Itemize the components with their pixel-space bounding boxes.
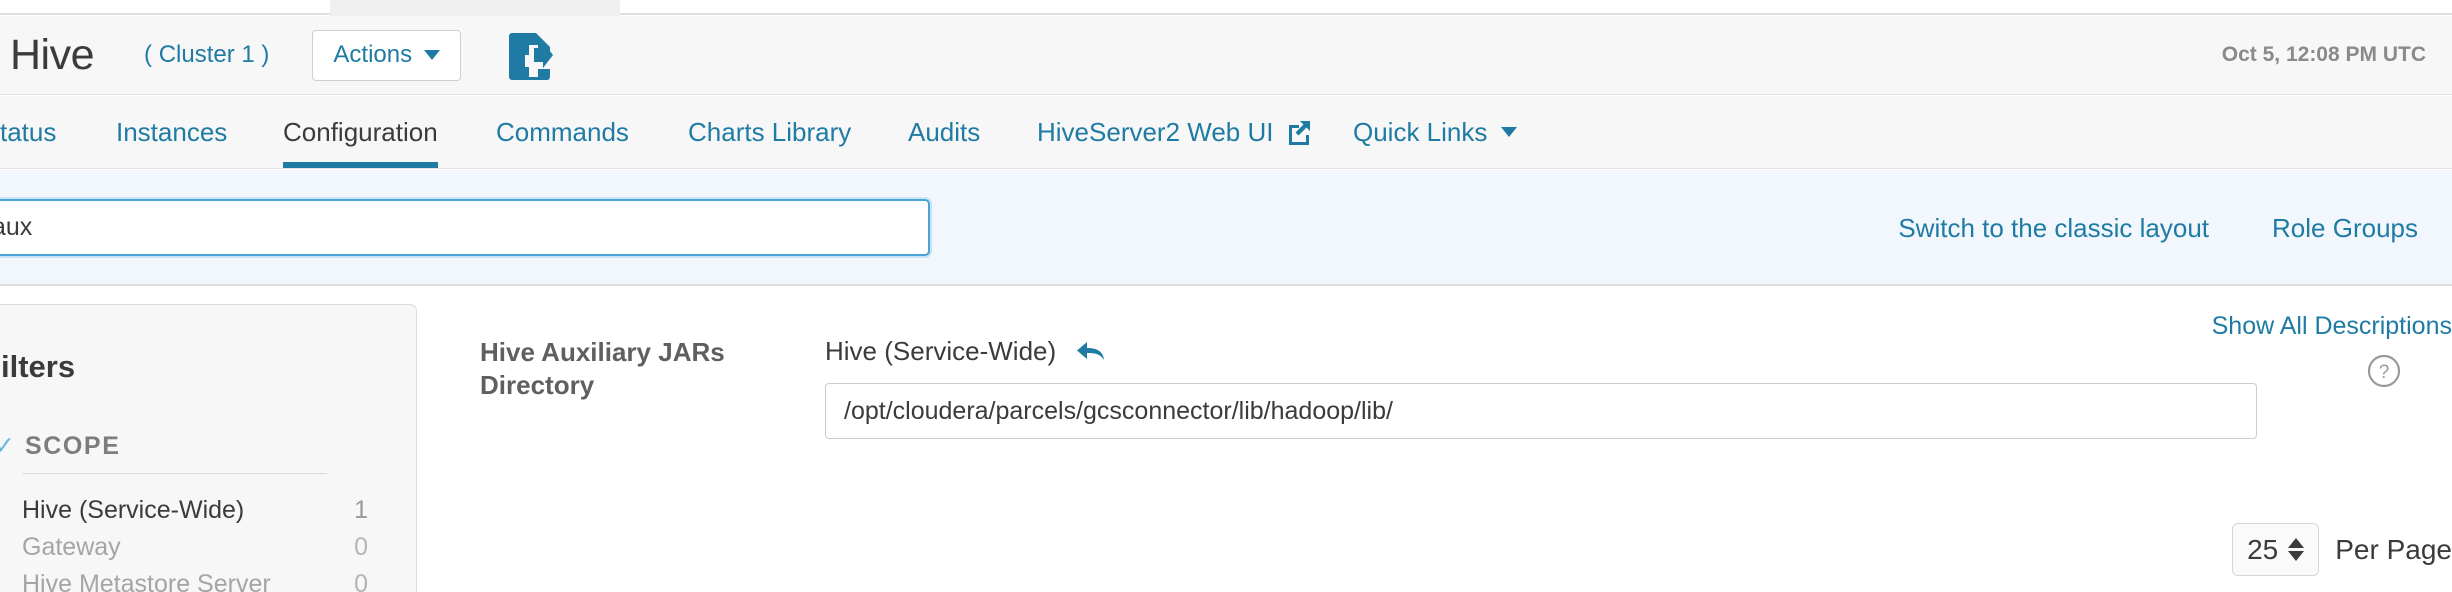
header-timestamp: Oct 5, 12:08 PM UTC: [2221, 43, 2426, 66]
scope-filter-item[interactable]: Hive (Service-Wide) 1: [0, 492, 416, 529]
scope-filter-list: Hive (Service-Wide) 1 Gateway 0 Hive Metasto…: [0, 492, 416, 592]
nav-tab-label: Charts Library: [688, 116, 852, 147]
search-input[interactable]: [0, 199, 930, 256]
nav-tab-label: Configuration: [283, 116, 438, 147]
nav-tab-quick-links[interactable]: Quick Links: [1353, 96, 1518, 168]
svg-text:?: ?: [2379, 362, 2390, 383]
actions-button-label: Actions: [333, 41, 413, 68]
config-property-label: Hive Auxiliary JARs Directory: [480, 337, 725, 400]
scope-filter-count: 0: [354, 570, 368, 592]
nav-tab-label: Audits: [908, 116, 981, 147]
spinner-down-icon[interactable]: [2288, 551, 2305, 561]
nav-tab-configuration[interactable]: Configuration: [283, 96, 438, 168]
per-page-stepper[interactable]: 25: [2232, 523, 2320, 576]
scope-heading-label: SCOPE: [24, 432, 121, 460]
nav-tab-label: HiveServer2 Web UI: [1037, 116, 1274, 147]
nav-tab-label: Instances: [116, 116, 228, 147]
nav-tab-label: Quick Links: [1353, 116, 1488, 147]
scope-filter-name: Gateway: [22, 533, 121, 561]
nav-items-container: tatus Instances Configuration Commands Chart…: [0, 96, 2452, 168]
actions-button[interactable]: Actions: [312, 29, 462, 81]
per-page-label: Per Page: [2335, 533, 2452, 565]
nav-tab-charts-library[interactable]: Charts Library: [688, 96, 851, 168]
undo-arrow-icon[interactable]: [1076, 339, 1106, 365]
chrome-segment-left: [0, 0, 330, 15]
check-icon: ✓: [0, 432, 15, 460]
scope-divider: [22, 473, 327, 474]
scope-filter-name: Hive (Service-Wide): [22, 496, 245, 524]
config-scope-label: Hive (Service-Wide): [825, 336, 1057, 366]
service-nav-bar: tatus Instances Configuration Commands Chart…: [0, 96, 2452, 169]
service-header-bar: Hive ( Cluster 1 ) Actions Oct 5, 12:08 …: [0, 16, 2452, 95]
nav-tab-instances[interactable]: Instances: [116, 96, 227, 168]
question-mark-circle-icon[interactable]: ?: [2367, 354, 2401, 393]
scope-filter-item[interactable]: Hive Metastore Server 0: [0, 566, 416, 592]
filters-panel: ilters ✓ SCOPE Hive (Service-Wide) 1 Gatew…: [0, 304, 417, 592]
config-scope-line: Hive (Service-Wide): [825, 336, 2257, 367]
scope-filter-count: 0: [354, 533, 368, 561]
chevron-down-icon: [424, 50, 441, 60]
scope-filter-name: Hive Metastore Server: [22, 570, 271, 592]
switch-classic-layout-link[interactable]: Switch to the classic layout: [1898, 213, 2209, 244]
config-search-band: Switch to the classic layout Role Groups: [0, 170, 2452, 286]
chevron-down-icon: [1501, 127, 1518, 137]
role-groups-link[interactable]: Role Groups: [2272, 213, 2418, 244]
nav-tab-label: Commands: [496, 116, 629, 147]
page-title: Hive: [10, 30, 95, 79]
nav-tab-hiveserver2-web-ui[interactable]: HiveServer2 Web UI: [1037, 96, 1312, 168]
spinner-up-icon[interactable]: [2288, 538, 2305, 548]
config-body: ilters ✓ SCOPE Hive (Service-Wide) 1 Gatew…: [0, 288, 2452, 592]
config-property-field: Hive (Service-Wide): [825, 336, 2257, 439]
nav-tab-commands[interactable]: Commands: [496, 96, 629, 168]
scope-filter-count: 1: [354, 496, 368, 524]
scope-section-header[interactable]: ✓ SCOPE: [0, 432, 416, 461]
chrome-active-tab-remnant[interactable]: [330, 0, 620, 16]
cluster-link[interactable]: ( Cluster 1 ): [144, 41, 269, 69]
per-page-control: 25 Per Page: [2232, 523, 2452, 576]
document-export-icon[interactable]: [509, 30, 554, 80]
nav-tab-tatus[interactable]: tatus: [0, 96, 56, 168]
per-page-value: 25: [2247, 533, 2279, 565]
config-value-input[interactable]: [825, 383, 2257, 439]
spinner-arrows-icon[interactable]: [2288, 538, 2305, 561]
chrome-segment-right: [620, 0, 2452, 15]
band-links-group: Switch to the classic layout Role Groups: [1898, 170, 2418, 286]
app-page: Hive ( Cluster 1 ) Actions Oct 5, 12:08 …: [0, 0, 2452, 592]
config-content-area: Show All Descriptions ? Hive Auxiliary J…: [470, 288, 2452, 592]
scope-filter-item[interactable]: Gateway 0: [0, 529, 416, 566]
top-chrome-strip: [0, 0, 2452, 16]
filters-heading: ilters: [1, 349, 76, 384]
nav-tab-label: tatus: [0, 116, 57, 147]
nav-tab-audits[interactable]: Audits: [908, 96, 980, 168]
external-link-icon: [1286, 119, 1312, 145]
